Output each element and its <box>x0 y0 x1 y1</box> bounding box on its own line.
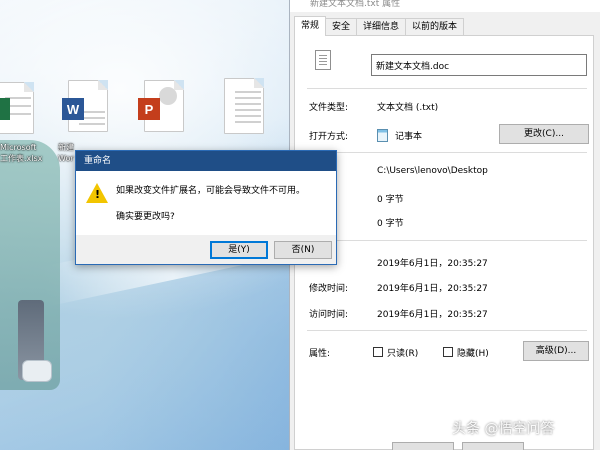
text-file-icon <box>315 50 331 70</box>
notepad-icon <box>377 129 388 142</box>
cancel-button[interactable] <box>462 442 524 450</box>
hidden-label: 隐藏(H) <box>457 349 489 359</box>
separator <box>307 152 587 153</box>
separator <box>307 330 587 331</box>
separator <box>307 240 587 241</box>
desktop-icon-word-label: 新建 Wor <box>58 143 74 163</box>
text-file-icon <box>224 78 264 134</box>
watermark: 头条 @悟空问答 <box>452 421 555 437</box>
dialog-message: 如果改变文件扩展名，可能会导致文件不可用。 <box>116 186 306 196</box>
attributes-label: 属性: <box>309 349 331 359</box>
advanced-button[interactable]: 高级(D)... <box>523 341 589 361</box>
file-type-value: 文本文档 (.txt) <box>377 103 439 113</box>
location-value: C:\Users\lenovo\Desktop <box>377 166 488 176</box>
file-type-label: 文件类型: <box>309 103 349 113</box>
powerpoint-badge-icon: P <box>138 98 160 120</box>
properties-title: 新建文本文档.txt 属性 <box>290 0 600 12</box>
open-with-value: 记事本 <box>395 132 423 142</box>
readonly-label: 只读(R) <box>387 349 419 359</box>
size-value: 0 字节 <box>377 195 404 205</box>
dialog-title: 重命名 <box>76 151 336 171</box>
tab-previous-versions[interactable]: 以前的版本 <box>405 18 465 36</box>
properties-tabs: 常规 安全 详细信息 以前的版本 <box>294 16 465 36</box>
general-panel: 新建文本文档.doc 文件类型: 文本文档 (.txt) 打开方式: 记事本 更… <box>294 35 594 450</box>
rename-dialog: 重命名 ! 如果改变文件扩展名，可能会导致文件不可用。 确实要更改吗? 是(Y)… <box>75 150 337 265</box>
no-button[interactable]: 否(N) <box>274 241 332 259</box>
tab-security[interactable]: 安全 <box>325 18 358 36</box>
accessed-value: 2019年6月1日，20:35:27 <box>377 310 488 320</box>
dialog-body: ! 如果改变文件扩展名，可能会导致文件不可用。 确实要更改吗? <box>76 171 336 235</box>
filename-input[interactable]: 新建文本文档.doc <box>371 54 587 76</box>
desktop-icon-excel-label: Microsoft 工作表.xlsx <box>0 143 43 163</box>
tab-general[interactable]: 常规 <box>294 16 327 36</box>
created-value: 2019年6月1日，20:35:27 <box>377 259 488 269</box>
desktop-icon-powerpoint[interactable]: P <box>138 76 198 136</box>
word-badge-icon: W <box>62 98 84 120</box>
accessed-label: 访问时间: <box>309 310 349 320</box>
desktop-icon-excel[interactable] <box>0 76 60 136</box>
desktop-icon-text[interactable] <box>218 76 278 136</box>
wallpaper-figure-shoe <box>22 360 52 382</box>
warning-icon-mark: ! <box>95 188 101 201</box>
readonly-checkbox[interactable] <box>373 347 383 357</box>
tab-details[interactable]: 详细信息 <box>356 18 407 36</box>
hidden-checkbox[interactable] <box>443 347 453 357</box>
ok-button[interactable] <box>392 442 454 450</box>
open-with-label: 打开方式: <box>309 132 349 142</box>
size-on-disk-value: 0 字节 <box>377 219 404 229</box>
modified-value: 2019年6月1日，20:35:27 <box>377 284 488 294</box>
dialog-confirm: 确实要更改吗? <box>116 212 175 222</box>
change-button[interactable]: 更改(C)... <box>499 124 589 144</box>
modified-label: 修改时间: <box>309 284 349 294</box>
excel-badge-icon <box>0 98 10 120</box>
yes-button[interactable]: 是(Y) <box>210 241 268 259</box>
separator <box>307 88 587 89</box>
desktop-icon-word[interactable]: W <box>62 76 122 136</box>
